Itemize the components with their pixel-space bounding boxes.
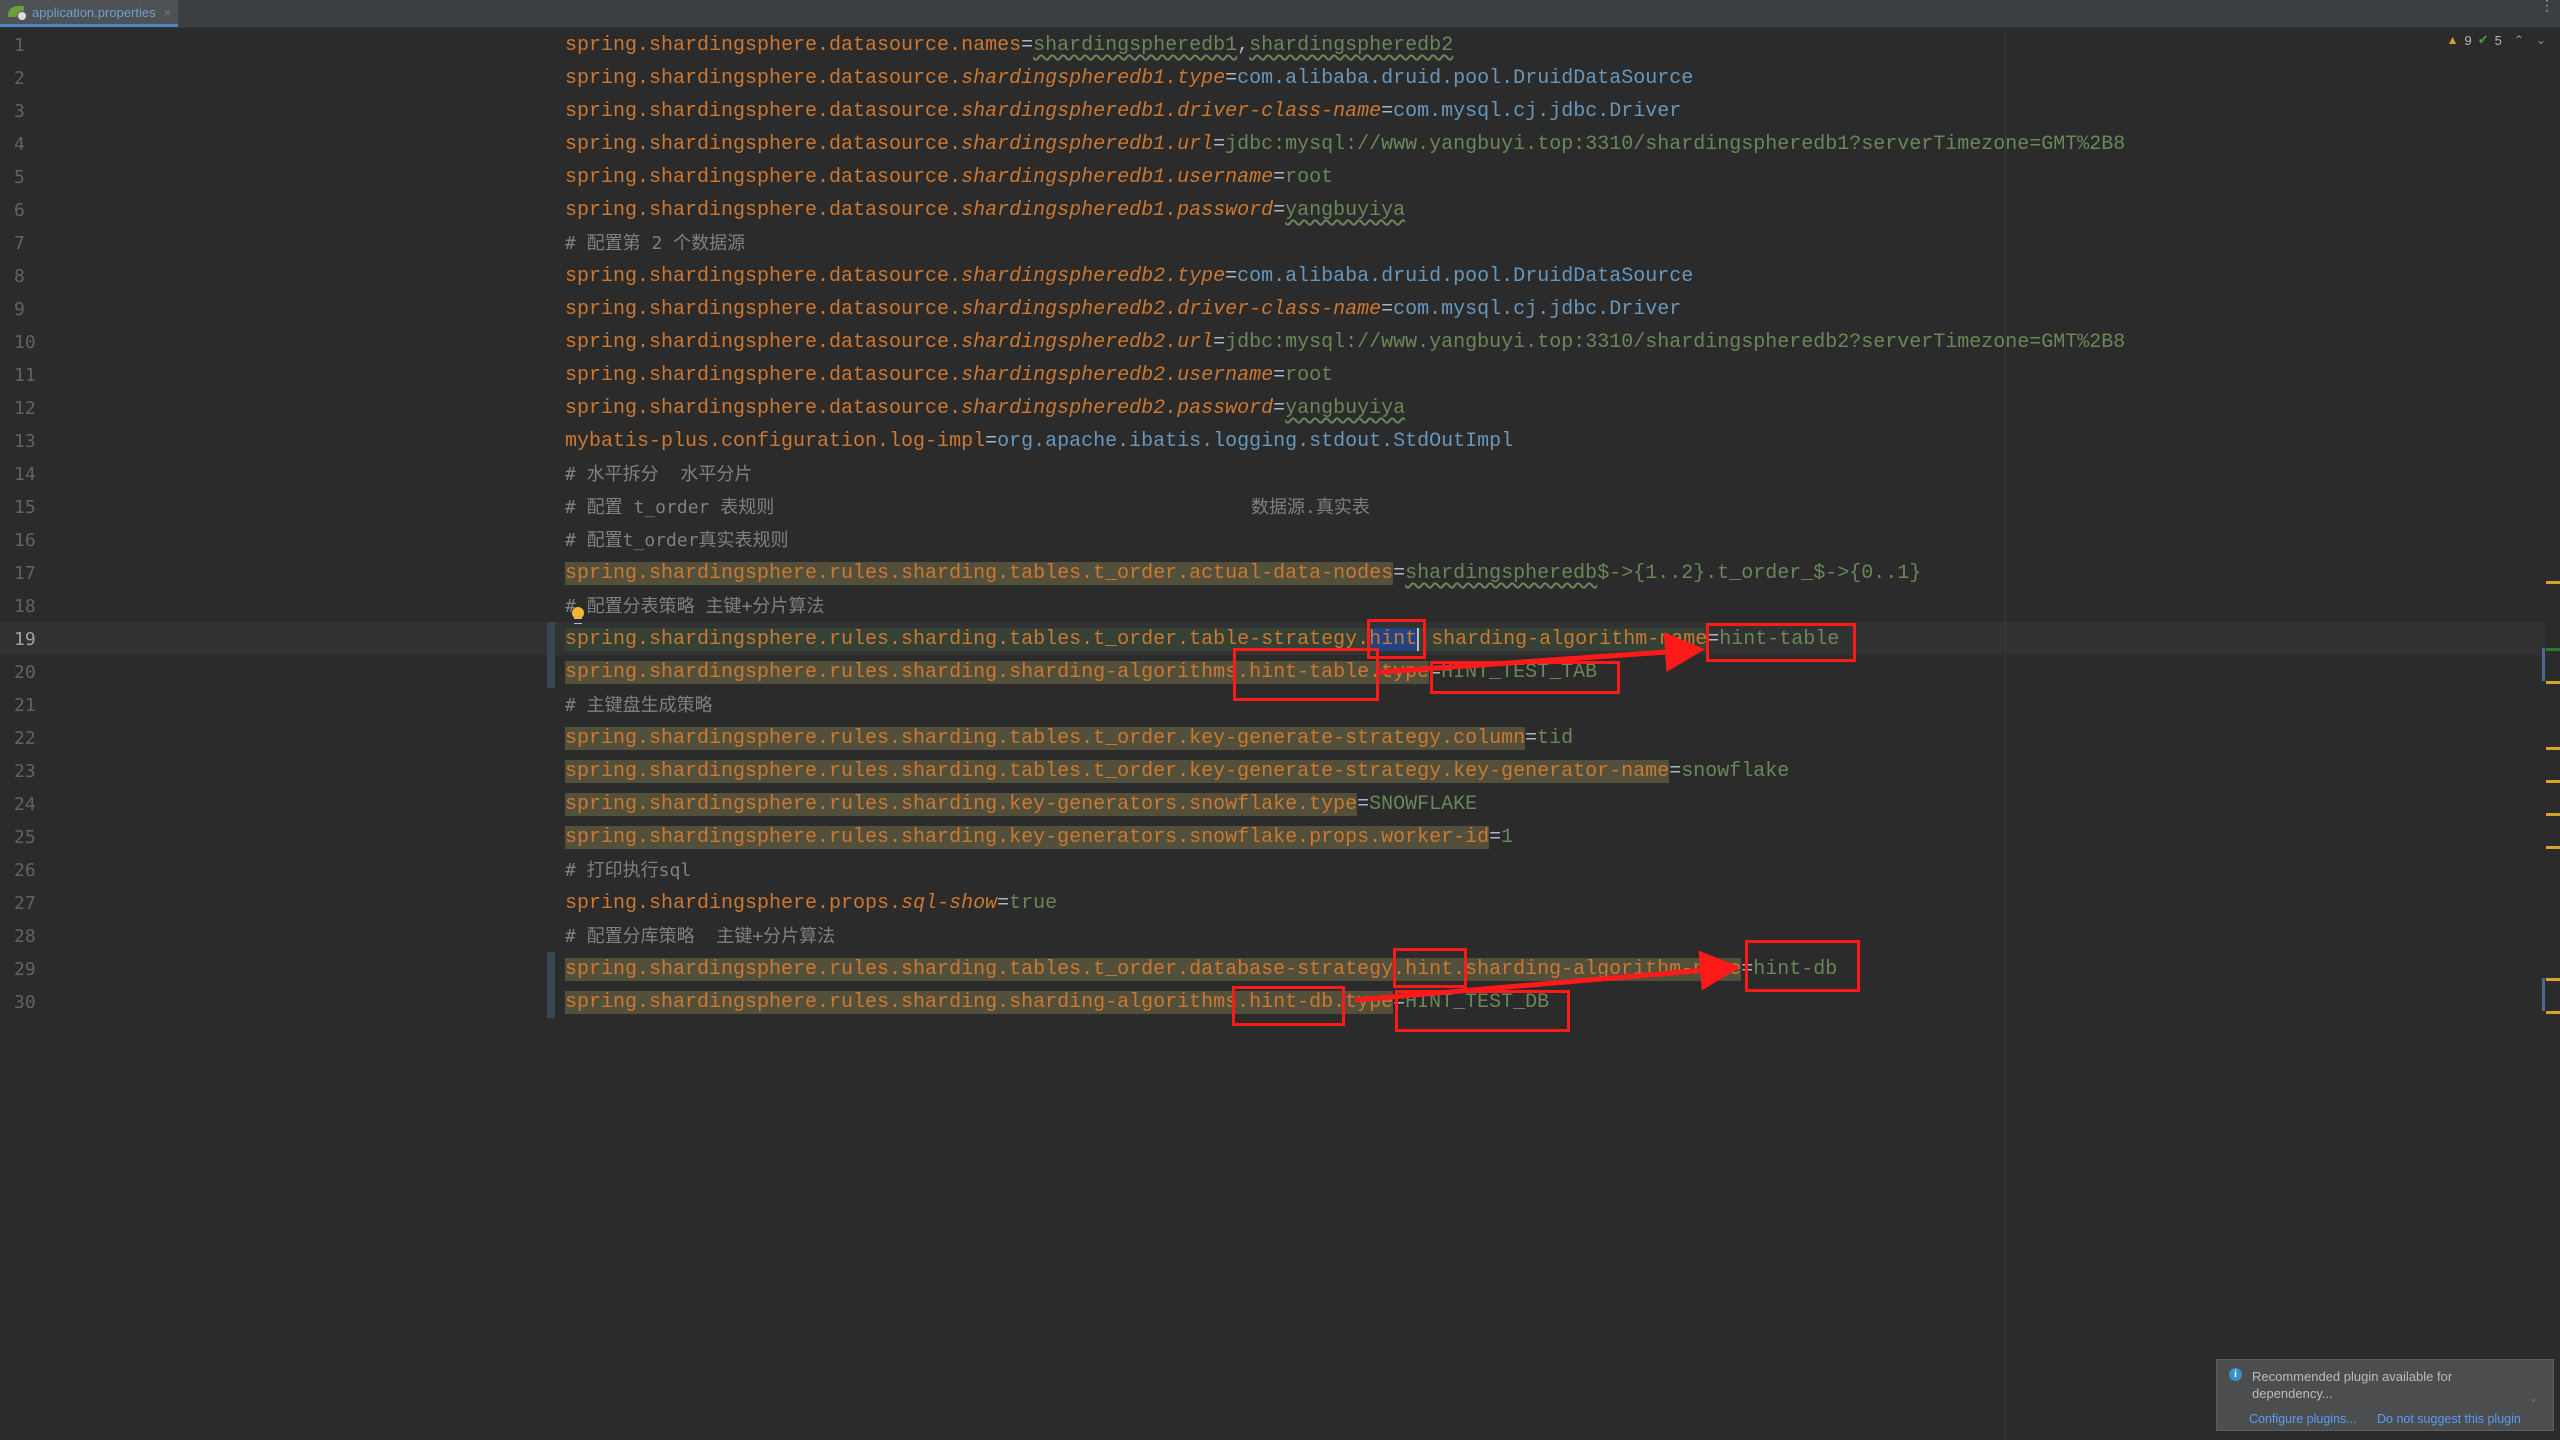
error-stripe-mark[interactable] [2546,747,2560,750]
error-stripe-mark[interactable] [2546,846,2560,849]
change-stripe-mark[interactable] [2542,978,2545,1011]
change-stripe-mark[interactable] [2542,648,2545,681]
arrow-to-hint-db [1354,950,1740,1003]
do-not-suggest-link[interactable]: Do not suggest this plugin [2377,1412,2521,1426]
error-stripe-mark[interactable] [2546,813,2560,816]
annotation-arrows [1354,632,1740,1003]
plugin-notification: i Recommended plugin available for depen… [2216,1359,2554,1431]
error-stripe-mark[interactable] [2546,978,2560,981]
expand-chevron-icon[interactable]: ⌄ [2528,1390,2539,1406]
error-stripe-mark[interactable] [2546,648,2560,651]
error-stripe-mark[interactable] [2546,1011,2560,1014]
error-stripe-mark[interactable] [2546,780,2560,783]
notification-message: Recommended plugin available for depende… [2252,1369,2453,1401]
info-icon: i [2229,1368,2242,1381]
configure-plugins-link[interactable]: Configure plugins... [2249,1412,2357,1426]
arrow-to-hint-table [1379,632,1705,675]
error-stripe-mark[interactable] [2546,681,2560,684]
error-stripe-mark[interactable] [2546,581,2560,584]
